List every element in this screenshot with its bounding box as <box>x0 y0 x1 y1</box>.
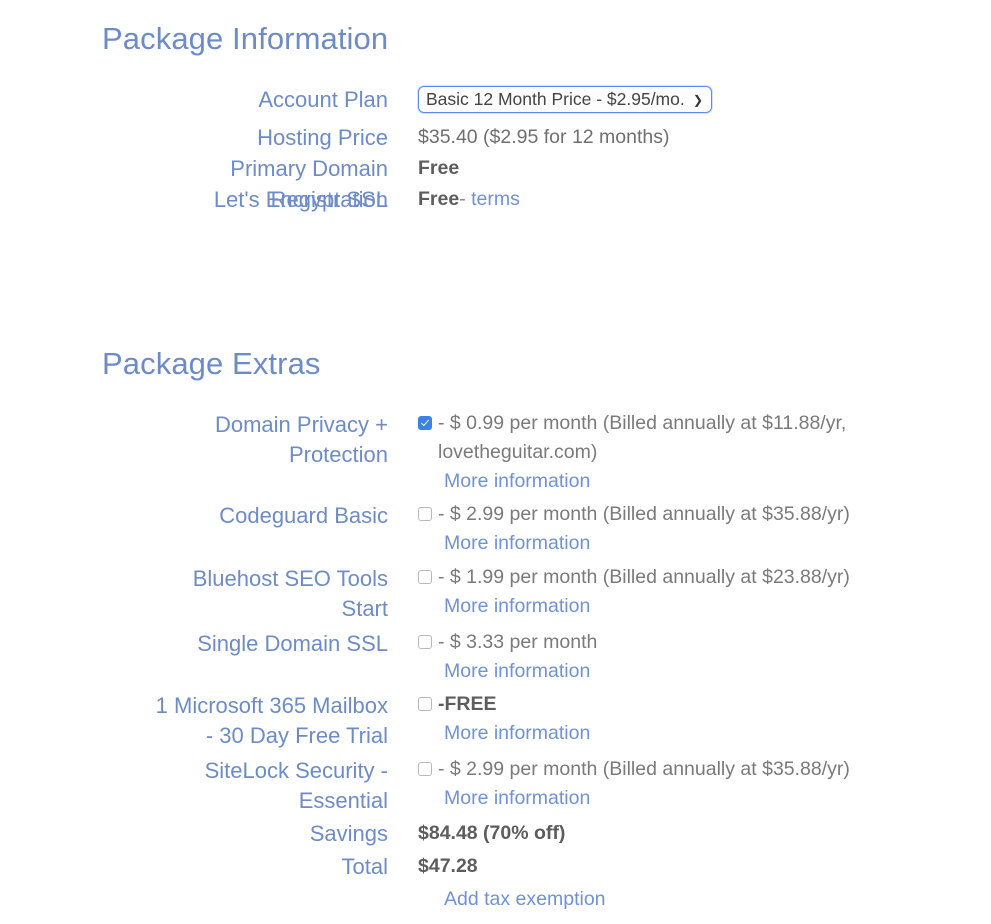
extra-checkbox-sitelock-security[interactable] <box>418 762 432 776</box>
extra-content-codeguard-basic: - $ 2.99 per month (Billed annually at $… <box>418 500 850 558</box>
more-information-link-sitelock-security[interactable]: More information <box>444 784 850 813</box>
extra-content-bluehost-seo-tools: - $ 1.99 per month (Billed annually at $… <box>418 563 850 621</box>
account-plan-value: Basic 12 Month Price - $2.95/mo. ❯ <box>418 84 712 115</box>
package-configuration-page: Package Information Account Plan Basic 1… <box>0 0 991 924</box>
extra-price-sitelock-security: - $ 2.99 per month (Billed annually at $… <box>438 758 850 780</box>
lets-encrypt-ssl-price: Free <box>418 188 460 210</box>
hosting-price-label: Hosting Price <box>257 125 388 150</box>
row-total: Total $47.28 <box>68 850 918 883</box>
extra-content-microsoft-365-mailbox: -FREE More information <box>418 690 590 748</box>
extra-label-microsoft-365-mailbox: 1 Microsoft 365 Mailbox - 30 Day Free Tr… <box>155 693 388 748</box>
extra-checkbox-domain-privacy[interactable] <box>418 416 432 430</box>
extra-checkbox-microsoft-365-mailbox[interactable] <box>418 697 432 711</box>
extra-checkbox-codeguard-basic[interactable] <box>418 507 432 521</box>
extra-price-codeguard-basic: - $ 2.99 per month (Billed annually at $… <box>438 503 850 525</box>
extra-checkbox-bluehost-seo-tools[interactable] <box>418 570 432 584</box>
total-value: $47.28 <box>418 855 478 877</box>
extra-price-single-domain-ssl: - $ 3.33 per month <box>438 631 598 653</box>
more-information-link-domain-privacy[interactable]: More information <box>444 467 918 496</box>
extra-row-single-domain-ssl: Single Domain SSL - $ 3.33 per month Mor… <box>68 628 918 686</box>
account-plan-select-wrapper: Basic 12 Month Price - $2.95/mo. ❯ <box>418 84 712 115</box>
extra-row-domain-privacy: Domain Privacy + Protection - $ 0.99 per… <box>68 409 918 496</box>
account-plan-select[interactable]: Basic 12 Month Price - $2.95/mo. <box>418 86 712 113</box>
extra-row-bluehost-seo-tools: Bluehost SEO Tools Start - $ 1.99 per mo… <box>68 563 918 624</box>
extra-content-domain-privacy: - $ 0.99 per month (Billed annually at $… <box>418 409 918 496</box>
tax-exemption-spacer <box>68 884 388 914</box>
more-information-link-codeguard-basic[interactable]: More information <box>444 529 850 558</box>
account-plan-label: Account Plan <box>258 87 388 112</box>
row-tax-exemption: Add tax exemption <box>68 884 918 914</box>
extra-line-domain-privacy: - $ 0.99 per month (Billed annually at $… <box>418 409 918 467</box>
lets-encrypt-terms-link[interactable]: terms <box>471 188 520 210</box>
extra-row-sitelock-security: SiteLock Security - Essential - $ 2.99 p… <box>68 755 918 816</box>
extra-row-codeguard-basic: Codeguard Basic - $ 2.99 per month (Bill… <box>68 500 918 558</box>
package-extras-block: Domain Privacy + Protection - $ 0.99 per… <box>68 409 918 914</box>
extra-label-domain-privacy: Domain Privacy + Protection <box>214 412 388 467</box>
lets-encrypt-ssl-separator: - <box>459 188 466 210</box>
row-hosting-price: Hosting Price $35.40 ($2.95 for 12 month… <box>68 122 712 153</box>
more-information-link-microsoft-365-mailbox[interactable]: More information <box>444 719 590 748</box>
extra-price-bluehost-seo-tools: - $ 1.99 per month (Billed annually at $… <box>438 566 850 588</box>
total-label: Total <box>341 854 388 879</box>
package-extras-heading: Package Extras <box>102 346 321 381</box>
row-lets-encrypt-ssl: Let's Encrypt SSL Free- terms <box>68 184 712 215</box>
extra-price-domain-privacy: - $ 0.99 per month (Billed annually at $… <box>438 412 847 463</box>
package-information-block: Account Plan Basic 12 Month Price - $2.9… <box>68 84 712 215</box>
add-tax-exemption-link[interactable]: Add tax exemption <box>444 884 606 914</box>
extra-label-sitelock-security: SiteLock Security - Essential <box>204 758 388 813</box>
package-information-heading: Package Information <box>102 21 389 56</box>
lets-encrypt-ssl-label: Let's Encrypt SSL <box>213 187 388 212</box>
extra-label-codeguard-basic: Codeguard Basic <box>219 503 388 528</box>
extra-label-bluehost-seo-tools: Bluehost SEO Tools Start <box>192 566 388 621</box>
extra-row-microsoft-365-mailbox: 1 Microsoft 365 Mailbox - 30 Day Free Tr… <box>68 690 918 751</box>
extra-line-sitelock-security: - $ 2.99 per month (Billed annually at $… <box>418 755 850 784</box>
savings-label: Savings <box>309 821 388 846</box>
extra-label-single-domain-ssl: Single Domain SSL <box>197 631 388 656</box>
more-information-link-single-domain-ssl[interactable]: More information <box>444 657 597 686</box>
extra-price-microsoft-365-mailbox: -FREE <box>438 693 497 715</box>
extra-content-sitelock-security: - $ 2.99 per month (Billed annually at $… <box>418 755 850 813</box>
extra-content-single-domain-ssl: - $ 3.33 per month More information <box>418 628 597 686</box>
primary-domain-registration-value: Free <box>418 157 460 179</box>
more-information-link-bluehost-seo-tools[interactable]: More information <box>444 592 850 621</box>
row-account-plan: Account Plan Basic 12 Month Price - $2.9… <box>68 84 712 115</box>
extra-line-bluehost-seo-tools: - $ 1.99 per month (Billed annually at $… <box>418 563 850 592</box>
extra-line-microsoft-365-mailbox: -FREE <box>418 690 590 719</box>
row-savings: Savings $84.48 (70% off) <box>68 817 918 850</box>
lets-encrypt-ssl-value: Free- terms <box>418 184 520 215</box>
extra-checkbox-single-domain-ssl[interactable] <box>418 635 432 649</box>
extra-line-single-domain-ssl: - $ 3.33 per month <box>418 628 597 657</box>
savings-value: $84.48 (70% off) <box>418 822 566 844</box>
extra-line-codeguard-basic: - $ 2.99 per month (Billed annually at $… <box>418 500 850 529</box>
hosting-price-value: $35.40 ($2.95 for 12 months) <box>418 126 670 148</box>
